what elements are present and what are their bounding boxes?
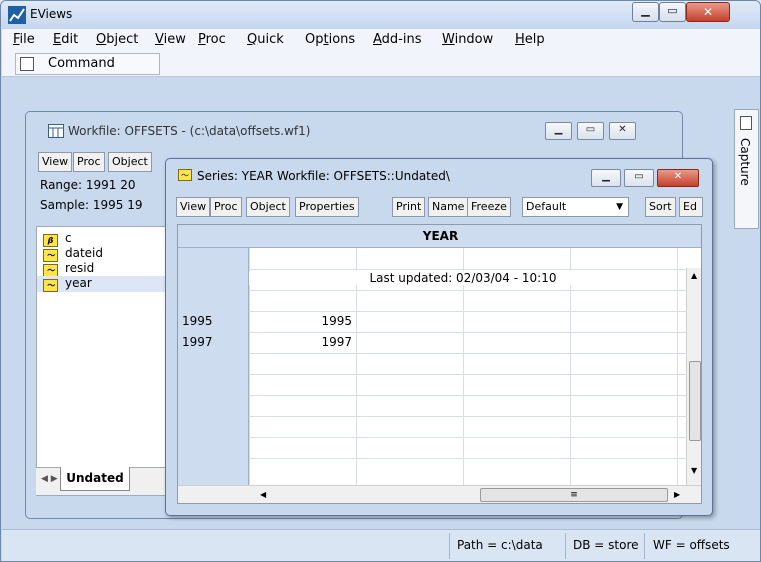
status-bar: Path = c:\data DB = store WF = offsets — [2, 529, 760, 561]
workfile-object-button[interactable]: Object — [108, 152, 152, 172]
menu-options[interactable]: Options — [305, 32, 355, 47]
series-print-button[interactable]: Print — [392, 197, 426, 217]
eviews-window: EViews ▁ ▭ ✕ File Edit Object View Proc … — [0, 0, 761, 562]
workfile-maximize-button[interactable]: ▭ — [577, 122, 604, 140]
menu-proc[interactable]: Proc — [198, 32, 226, 47]
series-icon: 〜 — [43, 279, 58, 292]
maximize-icon: ▭ — [634, 171, 644, 182]
capture-icon — [740, 116, 752, 130]
table-row: Last updated: 02/03/04 - 10:10 — [178, 269, 686, 291]
workfile-title: Workfile: OFFSETS - (c:\data\offsets.wf1… — [68, 124, 311, 138]
series-object-button[interactable]: Object — [246, 197, 290, 217]
command-button[interactable]: Command — [15, 53, 160, 75]
close-icon: ✕ — [618, 124, 627, 135]
close-button[interactable]: ✕ — [686, 2, 730, 22]
list-item-selected[interactable]: 〜 year — [37, 276, 177, 292]
eviews-logo-icon — [8, 6, 26, 24]
series-spreadsheet[interactable]: YEAR Last updated: 02/03/04 - 10:10 1995… — [177, 224, 702, 504]
chevron-down-icon: ▼ — [616, 202, 623, 212]
menu-object[interactable]: Object — [96, 32, 138, 47]
tab-scroll-arrows-icon[interactable]: ◀ ▶ — [41, 474, 58, 484]
table-row — [178, 248, 686, 270]
obs-label: 1997 — [178, 332, 249, 353]
minimize-icon: ▁ — [602, 171, 610, 182]
scroll-thumb[interactable]: ≡ — [480, 488, 668, 502]
table-row — [178, 437, 686, 459]
table-row — [178, 395, 686, 417]
minimize-icon: ▁ — [554, 124, 563, 135]
workfile-icon — [48, 124, 64, 138]
maximize-icon: ▭ — [585, 124, 596, 135]
status-wf[interactable]: WF = offsets — [653, 538, 730, 552]
vertical-scrollbar[interactable]: ▲ ▼ — [686, 268, 701, 485]
scroll-down-icon[interactable]: ▼ — [691, 466, 697, 475]
menu-view[interactable]: View — [155, 32, 186, 47]
workfile-object-list: βc 〜 dateid 〜 resid 〜 year — [36, 226, 178, 496]
last-updated-note: Last updated: 02/03/04 - 10:10 — [249, 271, 677, 285]
workfile-close-button[interactable]: ✕ — [609, 122, 636, 140]
series-freeze-button[interactable]: Freeze — [467, 197, 511, 217]
series-edit-button[interactable]: Ed — [679, 197, 703, 217]
table-row — [178, 416, 686, 438]
table-row — [178, 290, 686, 312]
scroll-up-icon[interactable]: ▲ — [691, 271, 697, 280]
workfile-range[interactable]: Range: 1991 20 — [40, 178, 136, 192]
command-window-icon — [20, 57, 34, 71]
minimize-button[interactable]: ▁ — [632, 2, 659, 22]
maximize-icon: ▭ — [667, 4, 678, 17]
series-properties-button[interactable]: Properties — [295, 197, 359, 217]
title-bar: EViews ▁ ▭ ✕ — [1, 1, 760, 29]
series-title: Series: YEAR Workfile: OFFSETS::Undated\ — [197, 169, 450, 183]
minimize-icon: ▁ — [641, 4, 650, 17]
series-icon: 〜 — [178, 169, 192, 181]
series-sort-button[interactable]: Sort — [645, 197, 676, 217]
list-item[interactable]: βc — [43, 231, 72, 247]
workfile-page-tabs: ◀ ▶ Undated — [36, 467, 178, 495]
cell-value[interactable]: 1995 — [249, 314, 352, 328]
capture-label: Capture — [738, 138, 752, 186]
series-window[interactable]: 〜 Series: YEAR Workfile: OFFSETS::Undate… — [165, 158, 713, 516]
scroll-right-icon[interactable]: ▶ — [674, 490, 680, 499]
status-path[interactable]: Path = c:\data — [457, 538, 543, 552]
series-view-button[interactable]: View — [176, 197, 211, 217]
capture-panel-tab[interactable]: Capture — [734, 109, 759, 229]
series-maximize-button[interactable]: ▭ — [624, 169, 654, 187]
list-item[interactable]: 〜 resid — [43, 261, 94, 277]
maximize-button[interactable]: ▭ — [659, 2, 686, 22]
tab-undated[interactable]: Undated — [60, 467, 130, 491]
close-icon: ✕ — [673, 171, 683, 182]
obs-label: 1995 — [178, 311, 249, 332]
series-close-button[interactable]: ✕ — [657, 169, 699, 187]
series-header: YEAR — [178, 225, 701, 248]
horizontal-scrollbar[interactable]: ◀ ≡ ▶ — [178, 485, 701, 503]
workfile-sample[interactable]: Sample: 1995 19 — [40, 198, 142, 212]
table-row — [178, 374, 686, 396]
scroll-left-icon[interactable]: ◀ — [260, 490, 266, 499]
scroll-thumb[interactable] — [689, 361, 701, 441]
series-name-button[interactable]: Name — [428, 197, 469, 217]
menu-edit[interactable]: Edit — [53, 32, 78, 47]
menu-bar: File Edit Object View Proc Quick Options… — [2, 29, 760, 51]
table-row[interactable]: 1997 1997 — [178, 332, 686, 354]
table-row[interactable]: 1995 1995 — [178, 311, 686, 333]
table-row — [178, 458, 686, 486]
display-format-dropdown[interactable]: Default ▼ — [522, 197, 629, 217]
list-item[interactable]: 〜 dateid — [43, 246, 103, 262]
menu-quick[interactable]: Quick — [247, 32, 284, 47]
menu-file[interactable]: File — [13, 32, 35, 47]
command-label: Command — [48, 56, 115, 71]
menu-window[interactable]: Window — [442, 32, 493, 47]
series-minimize-button[interactable]: ▁ — [591, 169, 621, 187]
workfile-minimize-button[interactable]: ▁ — [545, 122, 572, 140]
menu-help[interactable]: Help — [515, 32, 545, 47]
workfile-proc-button[interactable]: Proc — [73, 152, 105, 172]
series-proc-button[interactable]: Proc — [210, 197, 242, 217]
cell-value[interactable]: 1997 — [249, 335, 352, 349]
menu-add-ins[interactable]: Add-ins — [373, 32, 422, 47]
close-icon: ✕ — [702, 5, 714, 19]
app-title: EViews — [30, 7, 73, 21]
workfile-view-button[interactable]: View — [38, 152, 73, 172]
status-db[interactable]: DB = store — [573, 538, 639, 552]
table-row — [178, 353, 686, 375]
